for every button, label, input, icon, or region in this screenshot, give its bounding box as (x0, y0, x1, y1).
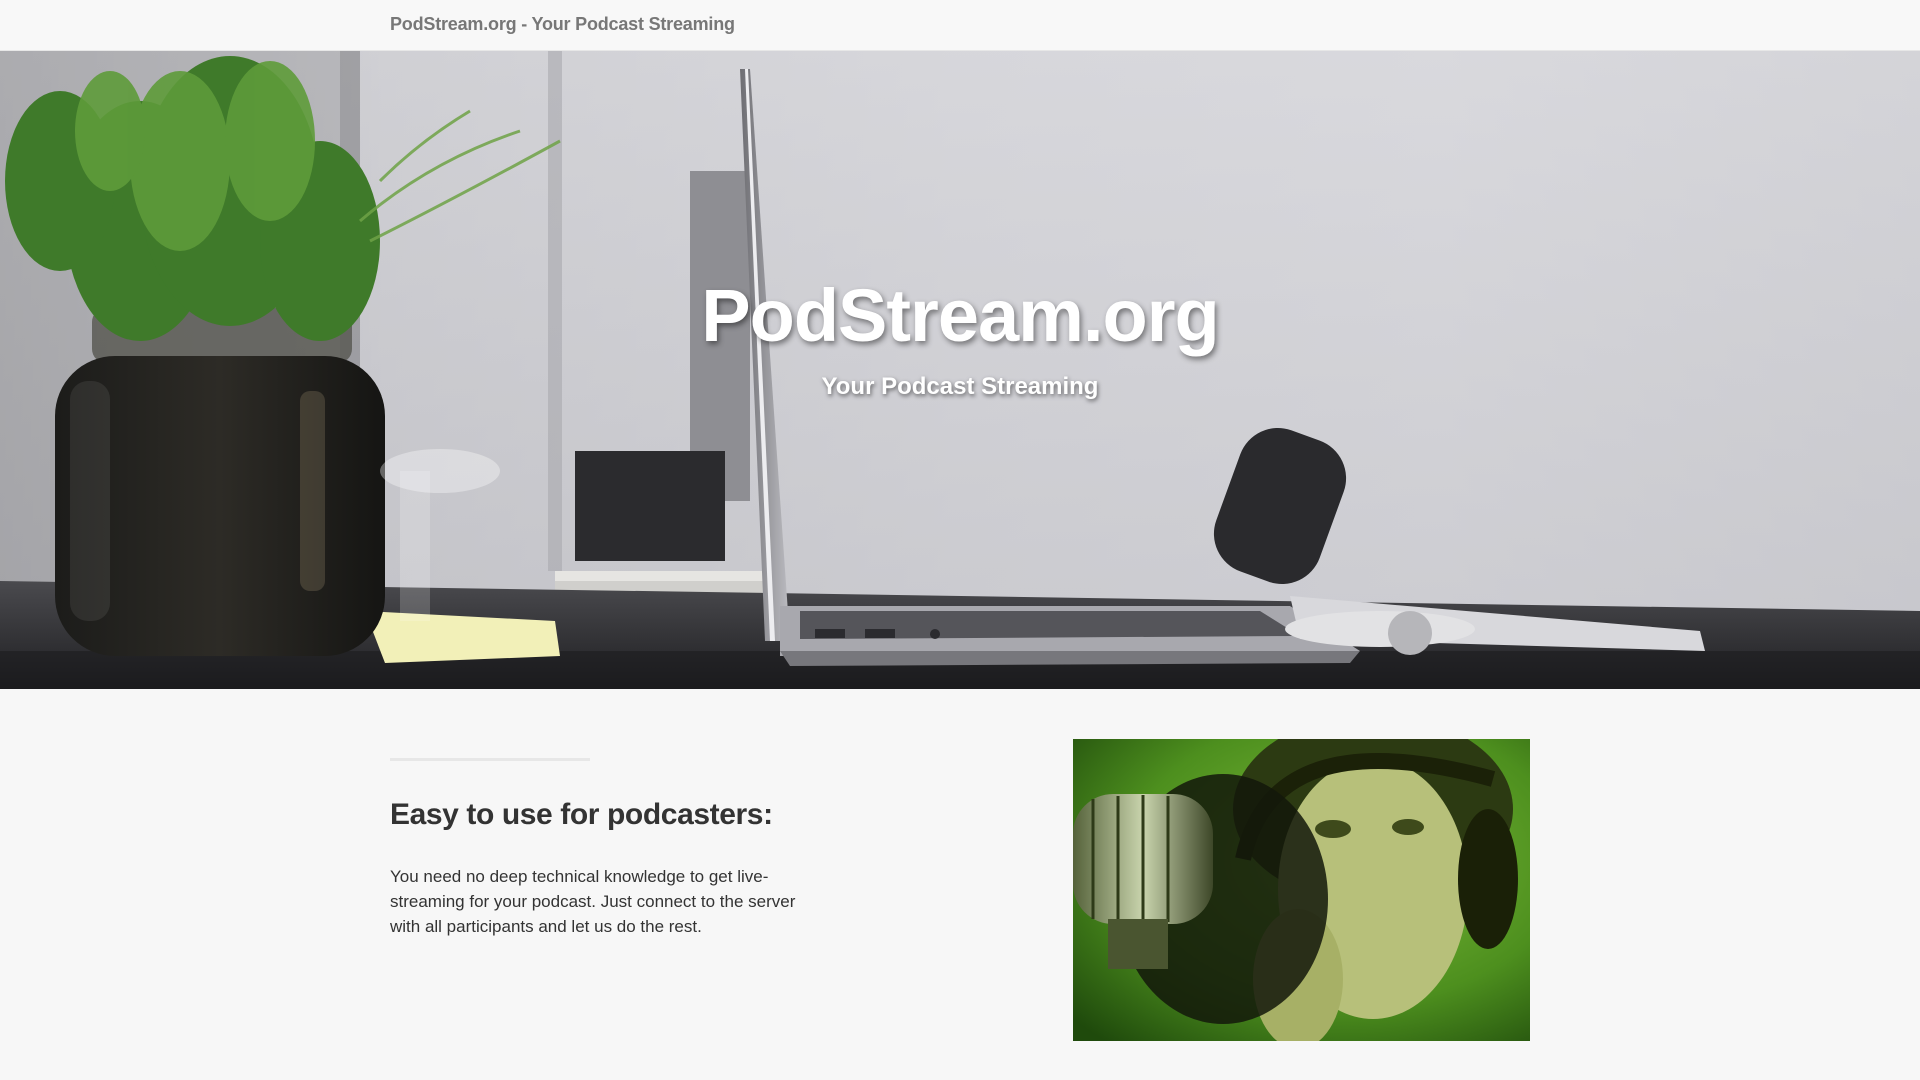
hero-title: PodStream.org (701, 274, 1219, 357)
brand-link[interactable]: PodStream.org - Your Podcast Streaming (390, 14, 735, 35)
navbar: PodStream.org - Your Podcast Streaming (0, 0, 1920, 51)
hero-banner: PodStream.org Your Podcast Streaming (0, 51, 1920, 689)
hero-background-image (0, 51, 1920, 689)
section-divider (390, 758, 590, 761)
feature-text: You need no deep technical knowledge to … (390, 867, 796, 936)
podcaster-microphone-image (1073, 739, 1530, 1041)
feature-section: Easy to use for podcasters: You need no … (0, 690, 1920, 1080)
feature-heading: Easy to use for podcasters: (390, 798, 773, 831)
hero-subtitle: Your Podcast Streaming (821, 373, 1099, 400)
